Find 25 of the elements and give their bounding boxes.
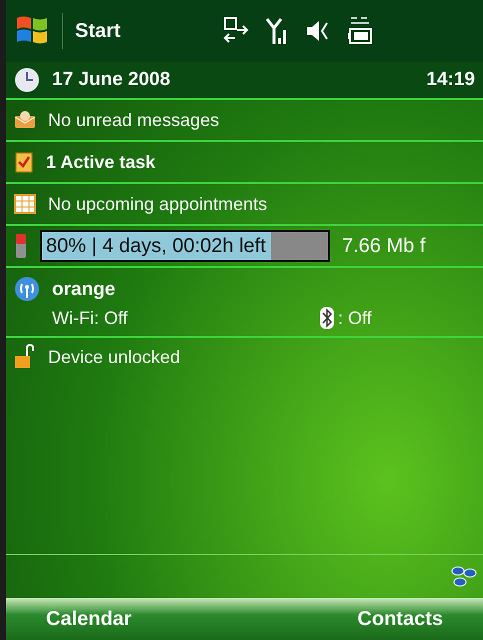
memory-text: 7.66 Mb f: [342, 234, 426, 259]
softkey-button[interactable]: Calendar: [46, 604, 132, 634]
clock-icon: [14, 67, 40, 93]
time-text[interactable]: 14:19: [426, 66, 475, 94]
date-text[interactable]: 17 June 2008: [52, 66, 170, 94]
status-text[interactable]: No unread messages: [48, 106, 220, 134]
bluetooth-status[interactable]: : Off: [338, 304, 372, 332]
operator-name[interactable]: orange: [52, 276, 372, 304]
start-button[interactable]: Start: [75, 16, 121, 46]
messenger-logo-icon[interactable]: [449, 564, 479, 590]
envelope-icon: [14, 110, 36, 130]
status-text[interactable]: No upcoming appointments: [48, 190, 268, 218]
antenna-icon: [14, 276, 40, 302]
unlocked-padlock-icon: [14, 344, 36, 370]
softkey-button[interactable]: Contacts: [357, 604, 443, 634]
lock-status[interactable]: Device unlocked: [48, 344, 180, 370]
battery-text: 80% | 4 days, 00:02h left: [45, 234, 266, 259]
battery-icon: [14, 233, 28, 259]
clipboard-check-icon: [14, 151, 34, 173]
bluetooth-icon[interactable]: [320, 307, 334, 329]
calendar-icon: [14, 194, 36, 214]
signal-icon[interactable]: [264, 16, 289, 46]
wifi-status[interactable]: Wi-Fi: Off: [52, 304, 320, 332]
battery-icon[interactable]: [346, 15, 373, 47]
status-text[interactable]: 1 Active task: [46, 148, 156, 176]
